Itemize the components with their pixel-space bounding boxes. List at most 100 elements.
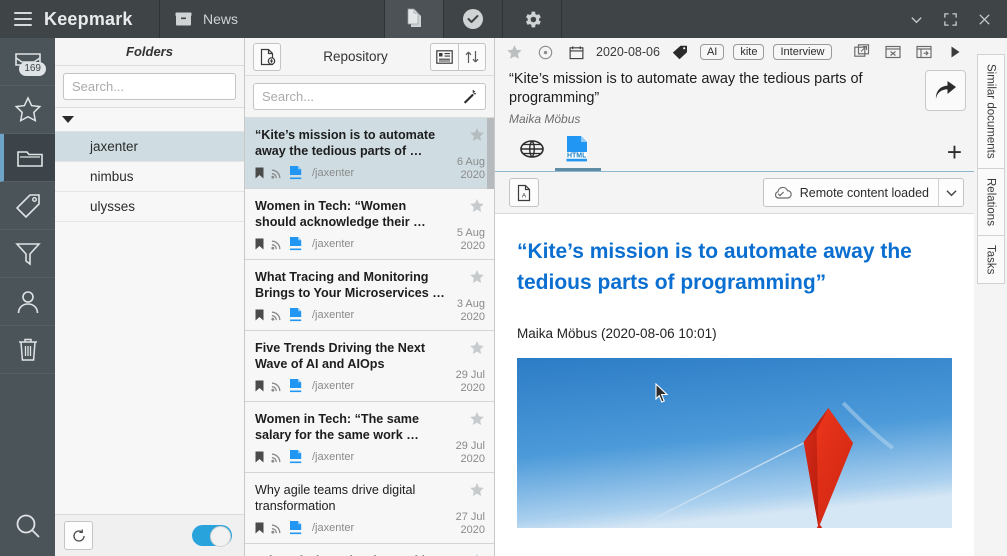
folder-label: nimbus — [90, 169, 134, 184]
list-item[interactable]: “Kite’s mission is to automate away the … — [245, 118, 494, 189]
list-item[interactable]: Why agile teams drive digital transforma… — [245, 473, 494, 544]
tag-chip[interactable]: Interview — [773, 44, 831, 60]
new-document-button[interactable] — [253, 43, 281, 71]
app-title: Keepmark — [44, 9, 133, 30]
close-box-icon[interactable] — [882, 41, 904, 63]
inbox-badge: 169 — [19, 62, 46, 76]
list-item[interactable]: Five Trends Driving the Next Wave of AI … — [245, 331, 494, 402]
side-tab-similar-documents[interactable]: Similar documents — [977, 54, 1005, 168]
list-item-meta: /jaxenter — [255, 237, 354, 251]
folders-search-input[interactable] — [63, 73, 236, 100]
side-tab-relations[interactable]: Relations — [977, 168, 1005, 235]
rail-item-folders[interactable] — [0, 134, 55, 182]
filter-icon — [15, 241, 41, 267]
list-item-meta: /jaxenter — [255, 521, 354, 535]
settings-button[interactable] — [503, 0, 562, 38]
pdf-export-button[interactable]: A — [509, 178, 539, 207]
folder-item-jaxenter[interactable]: jaxenter — [55, 132, 244, 162]
view-mode-button[interactable] — [430, 43, 458, 71]
list-view-icon — [436, 50, 453, 64]
rail-item-filter[interactable] — [0, 230, 55, 278]
tab-html[interactable]: HTML — [555, 129, 601, 171]
remote-content-dropdown[interactable] — [938, 179, 963, 206]
play-icon[interactable] — [944, 41, 966, 63]
list-item-day: 6 Aug — [457, 156, 485, 169]
list-item-meta: /jaxenter — [255, 166, 354, 180]
folders-tree-toggle[interactable] — [55, 108, 244, 132]
folders-footer — [55, 515, 244, 556]
list-item[interactable]: “The priority going forward is — [245, 544, 494, 556]
rail-item-starred[interactable] — [0, 86, 55, 134]
list-item-day: 5 Aug — [457, 227, 485, 240]
list-item-source: /jaxenter — [312, 451, 354, 463]
close-button[interactable] — [969, 4, 999, 34]
folders-empty-area — [55, 222, 244, 515]
folders-toggle-switch[interactable] — [192, 525, 232, 546]
detach-window-icon[interactable] — [851, 41, 873, 63]
content-subbar: A Remote content loaded — [495, 172, 974, 214]
share-icon — [934, 80, 958, 102]
repository-header: Repository — [245, 38, 494, 76]
list-item-day: 3 Aug — [457, 298, 485, 311]
rail-item-inbox[interactable]: 169 — [0, 38, 55, 86]
side-tab-tasks[interactable]: Tasks — [977, 235, 1005, 284]
add-tab-button[interactable]: + — [947, 139, 962, 171]
application-window: Keepmark News — [0, 0, 1007, 556]
window-controls — [901, 0, 1007, 38]
list-item[interactable]: What Tracing and Monitoring Brings to Yo… — [245, 260, 494, 331]
tag-icon — [14, 193, 42, 219]
star-icon[interactable] — [469, 198, 485, 213]
tag-chip[interactable]: kite — [733, 44, 764, 60]
target-icon[interactable] — [534, 41, 556, 63]
rail-item-people[interactable] — [0, 278, 55, 326]
tag-chip[interactable]: AI — [700, 44, 724, 60]
article-content[interactable]: “Kite’s mission is to automate away the … — [495, 214, 974, 556]
repository-search-input[interactable] — [253, 83, 486, 110]
remote-content-button[interactable]: Remote content loaded — [764, 179, 938, 206]
archive-box-icon — [175, 11, 192, 27]
list-item-year: 2020 — [456, 453, 485, 466]
minimize-button[interactable] — [901, 4, 931, 34]
detail-author: Maika Möbus — [509, 112, 917, 126]
star-icon[interactable] — [469, 127, 485, 142]
svg-text:A: A — [522, 192, 527, 199]
list-item[interactable]: Women in Tech: “Women should acknowledge… — [245, 189, 494, 260]
list-item-day: 29 Jul — [456, 369, 485, 382]
rss-icon — [271, 452, 282, 463]
share-button[interactable] — [925, 70, 966, 111]
tag-icon[interactable] — [669, 41, 691, 63]
star-icon[interactable] — [469, 411, 485, 426]
list-item[interactable]: Women in Tech: “The same salary for the … — [245, 402, 494, 473]
folder-item-ulysses[interactable]: ulysses — [55, 192, 244, 222]
remote-content-label: Remote content loaded — [800, 186, 929, 200]
trash-icon — [16, 337, 40, 363]
folder-item-nimbus[interactable]: nimbus — [55, 162, 244, 192]
star-icon[interactable] — [469, 340, 485, 355]
star-icon[interactable] — [469, 269, 485, 284]
star-icon[interactable] — [503, 41, 525, 63]
rss-icon — [271, 239, 282, 250]
gear-icon — [522, 9, 543, 30]
brand-area: Keepmark — [0, 0, 160, 38]
calendar-icon[interactable] — [565, 41, 587, 63]
rail-item-search[interactable] — [0, 496, 55, 556]
magic-wand-icon[interactable] — [462, 89, 477, 104]
star-icon[interactable] — [469, 482, 485, 497]
bookmark-icon — [255, 309, 264, 321]
maximize-button[interactable] — [935, 4, 965, 34]
hamburger-icon[interactable] — [14, 12, 32, 26]
tab-news[interactable]: News — [160, 0, 385, 38]
new-document-icon — [259, 48, 276, 66]
list-item-meta: /jaxenter — [255, 379, 354, 393]
sort-button[interactable] — [458, 43, 486, 71]
panel-icon[interactable] — [913, 41, 935, 63]
refresh-button[interactable] — [64, 521, 93, 550]
rail-item-trash[interactable] — [0, 326, 55, 374]
documents-button[interactable] — [385, 0, 444, 38]
html-file-icon — [289, 237, 304, 251]
tab-www[interactable] — [509, 129, 555, 171]
rail-item-tags[interactable] — [0, 182, 55, 230]
sort-icon — [464, 49, 480, 65]
tasks-button[interactable] — [444, 0, 503, 38]
repository-list[interactable]: “Kite’s mission is to automate away the … — [245, 118, 494, 556]
